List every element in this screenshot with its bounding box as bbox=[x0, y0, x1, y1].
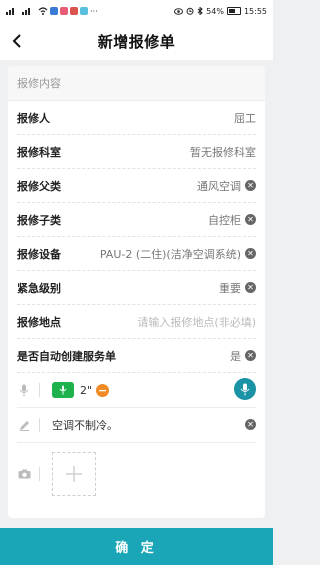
description-input[interactable]: 空调不制冷。 bbox=[52, 417, 118, 433]
field-auto-create-service[interactable]: 是否自动创建服务单 是 ✕ bbox=[17, 339, 256, 373]
field-value: 通风空调 ✕ bbox=[197, 178, 256, 194]
field-parent-category[interactable]: 报修父类 通风空调 ✕ bbox=[17, 169, 256, 203]
clear-icon[interactable]: ✕ bbox=[245, 419, 256, 430]
field-value-text: PAU-2 (二住)(洁净空调系统) bbox=[99, 247, 241, 261]
app-notification-icon-3 bbox=[70, 7, 78, 15]
field-location[interactable]: 报修地点 请输入报修地点(非必填) bbox=[17, 305, 256, 339]
voice-message[interactable] bbox=[52, 382, 74, 398]
field-value: 暂无报修科室 bbox=[190, 144, 256, 160]
page-title: 新增报修单 bbox=[97, 32, 176, 51]
battery-percent: 54% bbox=[206, 6, 224, 16]
field-device[interactable]: 报修设备 PAU-2 (二住)(洁净空调系统) ✕ bbox=[17, 237, 256, 271]
status-left: ··· bbox=[6, 7, 98, 16]
signal-icon bbox=[6, 8, 14, 15]
field-value-text: 自控柜 bbox=[208, 213, 241, 227]
clear-icon[interactable]: ✕ bbox=[245, 248, 256, 259]
microphone-icon bbox=[240, 383, 250, 395]
location-placeholder: 请输入报修地点(非必填) bbox=[137, 315, 256, 329]
app-notification-icon bbox=[50, 7, 58, 15]
microphone-icon bbox=[17, 384, 31, 397]
confirm-button[interactable]: 确 定 bbox=[0, 528, 273, 565]
app-notification-icon-2 bbox=[60, 7, 68, 15]
field-value-text: 重要 bbox=[219, 281, 241, 295]
field-value: 自控柜 ✕ bbox=[208, 212, 256, 228]
clear-icon[interactable]: ✕ bbox=[245, 350, 256, 361]
description-row[interactable]: 空调不制冷。 ✕ bbox=[17, 408, 256, 443]
divider bbox=[39, 467, 40, 481]
voice-wave-icon bbox=[59, 385, 67, 395]
field-label: 报修子类 bbox=[17, 213, 61, 227]
voice-row: 2" − bbox=[17, 373, 256, 408]
back-button[interactable] bbox=[6, 30, 28, 52]
add-photo-button[interactable] bbox=[52, 452, 96, 496]
field-reporter[interactable]: 报修人 屈工 bbox=[17, 101, 256, 135]
photo-row bbox=[17, 443, 256, 505]
alarm-icon bbox=[186, 7, 194, 15]
battery-icon bbox=[226, 7, 241, 15]
field-value: 屈工 bbox=[234, 110, 256, 126]
field-value: 是 ✕ bbox=[230, 348, 256, 364]
field-urgency[interactable]: 紧急级别 重要 ✕ bbox=[17, 271, 256, 305]
remove-voice-button[interactable]: − bbox=[96, 383, 110, 397]
pencil-icon bbox=[17, 420, 31, 431]
clear-icon[interactable]: ✕ bbox=[245, 282, 256, 293]
status-right: 54% 15:55 bbox=[174, 7, 267, 16]
signal-icon-2 bbox=[22, 8, 30, 15]
voice-duration: 2" bbox=[80, 383, 93, 397]
field-value-text: 是 bbox=[230, 349, 241, 363]
eye-icon bbox=[174, 7, 184, 15]
field-label: 报修科室 bbox=[17, 145, 61, 159]
field-label: 报修父类 bbox=[17, 179, 61, 193]
field-value: 重要 ✕ bbox=[219, 280, 256, 296]
divider bbox=[39, 383, 40, 397]
wifi-icon bbox=[38, 7, 48, 15]
field-value-text: 屈工 bbox=[234, 111, 256, 125]
chevron-left-icon bbox=[12, 34, 21, 48]
plus-icon bbox=[66, 466, 82, 482]
nav-bar: 新增报修单 bbox=[0, 22, 273, 60]
divider bbox=[39, 418, 40, 432]
field-label: 是否自动创建服务单 bbox=[17, 349, 116, 363]
field-value-text: 通风空调 bbox=[197, 179, 241, 193]
field-label: 报修人 bbox=[17, 111, 50, 125]
location-input[interactable]: 请输入报修地点(非必填) bbox=[137, 314, 256, 330]
field-sub-category[interactable]: 报修子类 自控柜 ✕ bbox=[17, 203, 256, 237]
field-value-text: 暂无报修科室 bbox=[190, 145, 256, 159]
field-value: PAU-2 (二住)(洁净空调系统) ✕ bbox=[100, 246, 256, 262]
clear-icon[interactable]: ✕ bbox=[245, 180, 256, 191]
clear-icon[interactable]: ✕ bbox=[245, 214, 256, 225]
status-more: ··· bbox=[90, 6, 98, 16]
app-notification-icon-4 bbox=[80, 7, 88, 15]
repair-form-card: 报修内容 报修人 屈工 报修科室 暂无报修科室 报修父类 通风空调 ✕ 报修子类 … bbox=[8, 66, 265, 518]
record-voice-button[interactable] bbox=[234, 378, 256, 400]
camera-icon bbox=[17, 469, 31, 479]
bluetooth-icon bbox=[197, 7, 203, 15]
field-label: 报修设备 bbox=[17, 247, 61, 261]
clock: 15:55 bbox=[243, 6, 267, 16]
field-label: 报修地点 bbox=[17, 315, 61, 329]
field-label: 紧急级别 bbox=[17, 281, 61, 295]
section-header: 报修内容 bbox=[8, 66, 265, 101]
field-department[interactable]: 报修科室 暂无报修科室 bbox=[17, 135, 256, 169]
status-bar: ··· 54% 15:55 bbox=[0, 0, 273, 22]
